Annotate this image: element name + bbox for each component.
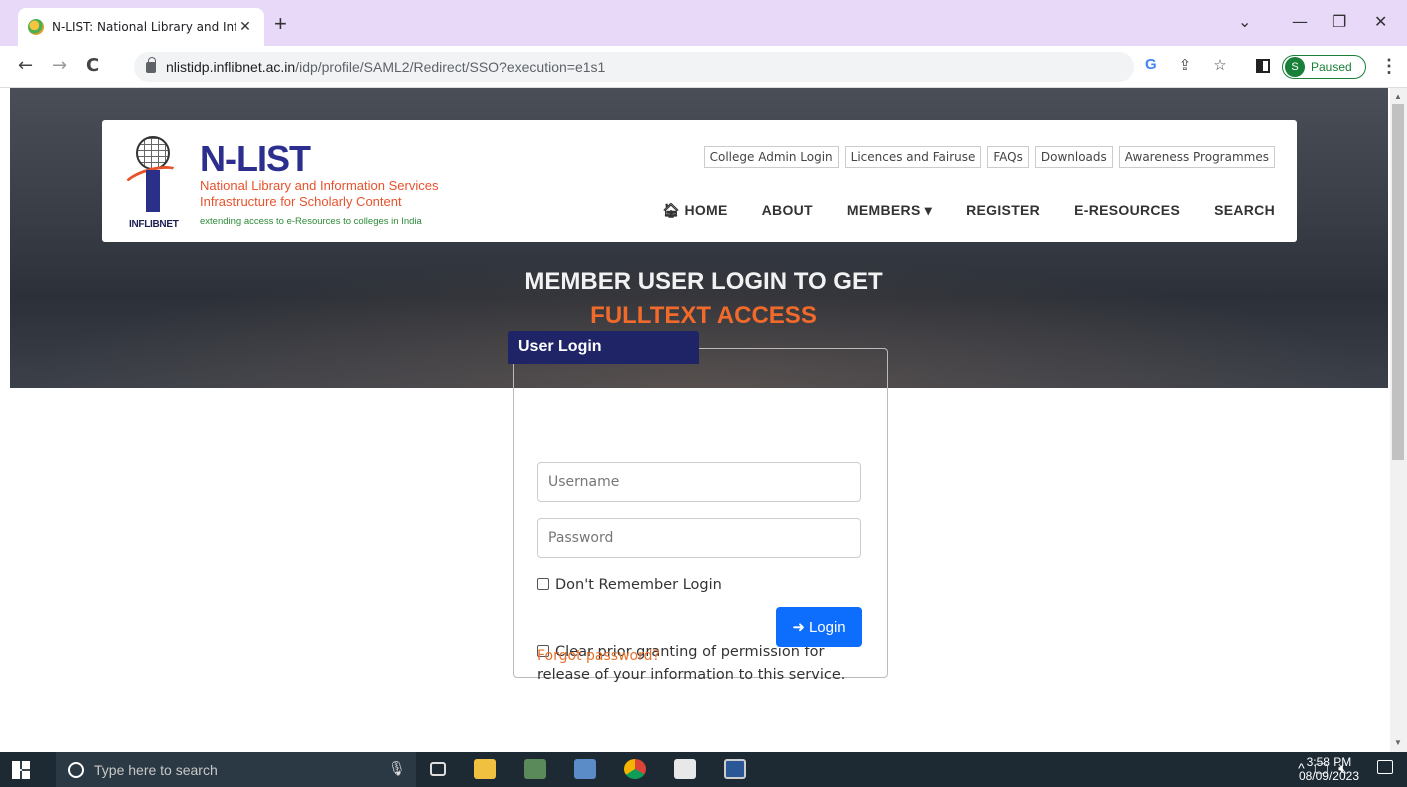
login-button[interactable]: ➜ Login — [776, 607, 862, 647]
inflibnet-logo-text: INFLIBNET — [129, 219, 179, 230]
brand-subtitle-line2: Infrastructure for Scholarly Content — [200, 194, 402, 209]
cortana-icon — [68, 761, 84, 778]
faqs-link[interactable]: FAQs — [987, 146, 1029, 168]
nav-home-label: HOME — [684, 202, 728, 218]
photos-icon[interactable] — [674, 759, 696, 779]
tab-close-icon[interactable]: ✕ — [236, 19, 254, 35]
nav-eresources[interactable]: E-RESOURCES — [1074, 202, 1180, 219]
sign-in-icon: ➜ — [792, 619, 805, 636]
google-icon[interactable]: G — [1145, 56, 1157, 74]
login-legend: User Login — [508, 331, 699, 364]
site-header: INFLIBNET N-LIST National Library and In… — [102, 120, 1297, 242]
password-input[interactable] — [537, 518, 861, 558]
dont-remember-row[interactable]: Don't Remember Login — [537, 574, 722, 597]
close-window-button[interactable]: ✕ — [1374, 12, 1387, 31]
tab-search-icon[interactable]: ⌄ — [1238, 12, 1251, 31]
forward-arrow-icon[interactable]: → — [52, 56, 67, 76]
notification-icon[interactable] — [1377, 760, 1393, 774]
awareness-programmes-link[interactable]: Awareness Programmes — [1118, 146, 1275, 168]
profile-button[interactable]: S Paused — [1282, 55, 1366, 79]
brand-title[interactable]: N-LIST — [200, 138, 311, 180]
chrome-icon[interactable] — [624, 759, 646, 779]
login-button-label: Login — [808, 618, 846, 636]
scroll-thumb[interactable] — [1392, 104, 1404, 460]
windows-taskbar: Type here to search 🎙︎ ^ 🖵︎ 🔇︎ 3:58 PM 0… — [0, 752, 1407, 787]
profile-avatar: S — [1285, 57, 1305, 77]
site-favicon-icon — [28, 19, 44, 35]
side-panel-icon[interactable] — [1256, 59, 1270, 73]
main-nav: 🏠︎ HOME ABOUT MEMBERS ▾ REGISTER E-RESOU… — [662, 202, 1275, 219]
forgot-password-link[interactable]: Forgot password? — [537, 648, 660, 664]
new-tab-button[interactable]: + — [274, 13, 287, 35]
scroll-up-icon[interactable]: ▲ — [1394, 92, 1402, 101]
microphone-icon[interactable]: 🎙︎ — [388, 760, 406, 777]
scroll-down-icon[interactable]: ▼ — [1394, 738, 1402, 747]
library-app-icon[interactable] — [524, 759, 546, 779]
nav-members[interactable]: MEMBERS ▾ — [847, 202, 932, 219]
licences-fairuse-link[interactable]: Licences and Fairuse — [844, 146, 982, 168]
nav-register[interactable]: REGISTER — [966, 202, 1040, 219]
dont-remember-checkbox[interactable] — [537, 578, 549, 590]
lock-icon — [146, 56, 156, 73]
logo-stem — [146, 170, 160, 212]
task-view-icon[interactable] — [430, 762, 446, 776]
reload-icon[interactable]: C — [86, 56, 99, 76]
back-arrow-icon[interactable]: ← — [18, 56, 33, 76]
username-input[interactable] — [537, 462, 861, 502]
taskbar-search[interactable]: Type here to search — [56, 752, 416, 787]
bookmark-star-icon[interactable]: ☆ — [1213, 56, 1226, 74]
nav-about[interactable]: ABOUT — [762, 202, 813, 219]
tab-title: N-LIST: National Library and Info — [52, 20, 236, 34]
brand-tagline: extending access to e-Resources to colle… — [200, 216, 422, 227]
brand-subtitle-line1: National Library and Information Service… — [200, 178, 439, 193]
downloads-link[interactable]: Downloads — [1034, 146, 1113, 168]
windows-start-icon[interactable] — [12, 761, 30, 779]
hero-title: MEMBER USER LOGIN TO GET — [524, 268, 883, 295]
home-icon: 🏠︎ — [662, 202, 685, 218]
url-host: nlistidp.inflibnet.ac.in — [166, 59, 296, 75]
hero-subtitle: FULLTEXT ACCESS — [590, 302, 817, 329]
page-scrollbar[interactable]: ▲ ▼ — [1390, 88, 1407, 752]
dont-remember-label: Don't Remember Login — [555, 577, 722, 593]
minimize-button[interactable]: — — [1292, 12, 1308, 31]
url-field[interactable]: nlistidp.inflibnet.ac.in/idp/profile/SAM… — [134, 52, 1134, 82]
clock-date: 08/09/2023 — [1298, 769, 1359, 783]
address-bar-row: ← → C nlistidp.inflibnet.ac.in/idp/profi… — [0, 46, 1407, 88]
nav-home[interactable]: 🏠︎ HOME — [662, 202, 727, 219]
url-path: /idp/profile/SAML2/Redirect/SSO?executio… — [295, 59, 606, 75]
taskbar-search-placeholder: Type here to search — [94, 761, 218, 778]
clear-prior-label-line2: release of your information to this serv… — [537, 667, 846, 683]
word-icon[interactable] — [724, 759, 746, 779]
caret-down-icon: ▾ — [924, 202, 933, 218]
share-icon[interactable]: ⇪ — [1179, 56, 1192, 74]
college-admin-login-link[interactable]: College Admin Login — [703, 146, 839, 168]
nav-search[interactable]: SEARCH — [1214, 202, 1275, 219]
browser-tab[interactable]: N-LIST: National Library and Info ✕ — [18, 8, 264, 46]
file-explorer-icon[interactable] — [474, 759, 496, 779]
books-app-icon[interactable] — [574, 759, 596, 779]
clock-time: 3:58 PM — [1306, 755, 1352, 769]
nav-members-label: MEMBERS — [846, 202, 921, 218]
browser-tab-strip: N-LIST: National Library and Info ✕ + ⌄ … — [0, 0, 1407, 46]
profile-status: Paused — [1311, 60, 1352, 74]
top-links: College Admin Login Licences and Fairuse… — [703, 146, 1275, 168]
maximize-button[interactable]: ❐ — [1332, 12, 1346, 31]
taskbar-clock[interactable]: 3:58 PM 08/09/2023 — [1299, 755, 1359, 783]
browser-menu-icon[interactable]: ⋮ — [1380, 56, 1398, 77]
